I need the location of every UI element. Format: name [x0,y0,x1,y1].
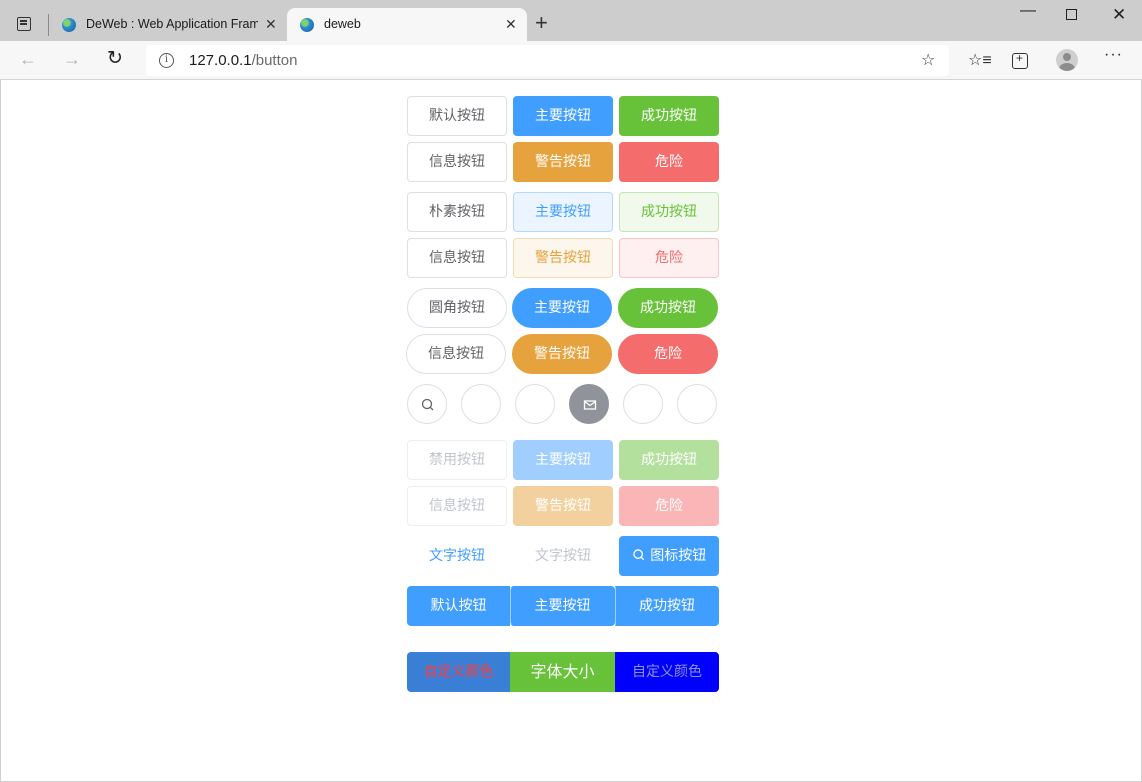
delete-icon [693,399,703,412]
minimize-icon[interactable]: — [1020,2,1036,20]
maximize-icon[interactable] [1066,9,1077,20]
profile-avatar[interactable] [1056,49,1078,71]
edit-icon [476,400,487,412]
tab-deweb-framework[interactable]: DeWeb : Web Application Frame ✕ [49,8,287,41]
close-tab-icon[interactable]: ✕ [265,16,277,33]
default-button[interactable]: 默认按钮 [407,96,507,136]
close-window-icon[interactable]: ✕ [1112,5,1126,25]
round-primary-button[interactable]: 主要按钮 [512,288,612,328]
info-button[interactable]: 信息按钮 [407,142,507,182]
favorites-icon[interactable]: ☆≡ [968,50,992,70]
globe-icon [62,18,76,32]
plain-warning-button[interactable]: 警告按钮 [513,238,613,278]
check-icon [531,401,541,410]
round-info-button[interactable]: 信息按钮 [406,334,506,374]
disabled-warning-button: 警告按钮 [513,486,613,526]
round-warning-button[interactable]: 警告按钮 [512,334,612,374]
browser-tab-bar: DeWeb : Web Application Frame ✕ deweb ✕ … [0,0,1142,41]
disabled-danger-button: 危险 [619,486,719,526]
round-danger-button[interactable]: 危险 [618,334,718,374]
disabled-info-button: 信息按钮 [407,486,507,526]
plain-info-button[interactable]: 信息按钮 [407,238,507,278]
search-icon [421,398,434,411]
circle-search-button[interactable] [407,384,447,424]
message-icon [583,400,597,410]
plain-success-button[interactable]: 成功按钮 [619,192,719,232]
add-favorite-icon[interactable]: ☆ [921,50,935,70]
plain-danger-button[interactable]: 危险 [619,238,719,278]
tab-title: DeWeb : Web Application Frame [86,17,258,31]
plain-primary-button[interactable]: 主要按钮 [513,192,613,232]
tab-actions-icon[interactable] [17,17,31,31]
custom-color-button-blue[interactable]: 自定义颜色 [615,652,719,692]
disabled-text-button: 文字按钮 [535,548,591,564]
icon-button[interactable]: 图标按钮 [619,536,719,576]
star-icon [637,398,651,411]
primary-button[interactable]: 主要按钮 [513,96,613,136]
icon-button-label: 图标按钮 [650,548,707,564]
url-text[interactable]: 127.0.0.1/button [189,52,297,69]
group-button-right[interactable]: 成功按钮 [615,586,719,626]
collections-icon[interactable] [1012,51,1028,69]
round-default-button[interactable]: 圆角按钮 [407,288,507,328]
more-menu-icon[interactable]: ··· [1104,46,1123,64]
circle-message-button[interactable] [569,384,609,424]
disabled-success-button: 成功按钮 [619,440,719,480]
search-icon [633,549,645,561]
custom-color-button[interactable]: 自定义颜色 [407,652,510,692]
new-tab-icon[interactable]: + [535,12,548,34]
browser-toolbar: ← → ↻ i 127.0.0.1/button ☆ ☆≡ ··· [0,41,1142,80]
success-button[interactable]: 成功按钮 [619,96,719,136]
close-tab-icon[interactable]: ✕ [505,16,517,33]
forward-icon[interactable]: → [63,49,81,70]
disabled-default-button: 禁用按钮 [407,440,507,480]
circle-edit-button[interactable] [461,384,501,424]
site-info-icon[interactable]: i [159,53,174,68]
circle-delete-button[interactable] [677,384,717,424]
disabled-primary-button: 主要按钮 [513,440,613,480]
font-size-button[interactable]: 字体大小 [510,652,615,692]
tab-deweb[interactable]: deweb ✕ [287,8,527,41]
danger-button[interactable]: 危险 [619,142,719,182]
group-button-left[interactable]: 默认按钮 [407,586,510,626]
page-content: 默认按钮 主要按钮 成功按钮 信息按钮 警告按钮 危险 朴素按钮 主要按钮 成功… [0,80,1142,782]
warning-button[interactable]: 警告按钮 [513,142,613,182]
circle-check-button[interactable] [515,384,555,424]
reload-icon[interactable]: ↻ [107,47,123,70]
text-button[interactable]: 文字按钮 [407,536,507,576]
tab-title: deweb [324,17,361,31]
group-button-middle[interactable]: 主要按钮 [510,586,615,626]
back-icon[interactable]: ← [19,49,37,70]
circle-star-button[interactable] [623,384,663,424]
round-success-button[interactable]: 成功按钮 [618,288,718,328]
plain-default-button[interactable]: 朴素按钮 [407,192,507,232]
globe-icon [300,18,314,32]
address-bar[interactable]: i 127.0.0.1/button ☆ [146,45,949,76]
